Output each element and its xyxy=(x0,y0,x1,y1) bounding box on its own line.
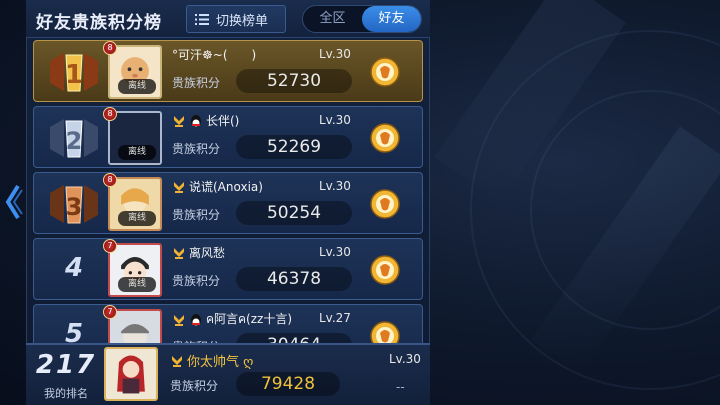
scope-toggle: 全区 好友 xyxy=(302,5,422,33)
player-level: Lv.30 xyxy=(319,245,351,259)
avatar[interactable]: 离线 xyxy=(108,243,162,297)
avatar[interactable]: 离线 xyxy=(108,45,162,99)
my-name-text: 你太帅气 ღ xyxy=(187,355,254,370)
noble-score-value: 52730 xyxy=(236,69,352,93)
send-gift-icon[interactable] xyxy=(370,57,400,87)
leaderboard-row[interactable]: 3 离线 8 说谎(Anoxia) Lv.30 贵族积分 50254 xyxy=(33,172,423,234)
send-gift-icon[interactable] xyxy=(370,189,400,219)
offline-status-label: 离线 xyxy=(118,145,156,160)
avatar[interactable]: 离线 xyxy=(108,111,162,165)
player-name-text: 长伴() xyxy=(206,114,240,128)
rank-number: 4 xyxy=(64,253,84,283)
my-score-label: 贵族积分 xyxy=(170,379,219,393)
my-score-value: 79428 xyxy=(236,372,340,396)
list-icon xyxy=(195,13,209,25)
send-gift-icon[interactable] xyxy=(370,255,400,285)
player-name: ค阿言ค(zz十言) xyxy=(172,310,292,329)
rank-medal-icon xyxy=(174,314,184,326)
vip-level-badge: 8 xyxy=(103,41,117,55)
svg-text:3: 3 xyxy=(66,193,83,221)
player-level: Lv.27 xyxy=(319,311,351,325)
player-name-text: 离风愁 xyxy=(189,246,226,260)
my-placeholder: -- xyxy=(396,380,405,394)
rank-2-badge-icon: 2 xyxy=(50,119,98,158)
rank-1-badge-icon: 1 xyxy=(50,53,98,92)
player-level: Lv.30 xyxy=(319,47,351,61)
noble-score-label: 贵族积分 xyxy=(172,76,221,90)
noble-score-value: 50254 xyxy=(236,201,352,225)
vip-level-badge: 7 xyxy=(103,305,117,319)
my-rank-label: 我的排名 xyxy=(44,387,88,400)
noble-score-label: 贵族积分 xyxy=(172,274,221,288)
my-avatar[interactable] xyxy=(104,347,158,401)
switch-list-label: 切换榜单 xyxy=(216,13,269,29)
rank-medal-icon xyxy=(174,247,184,259)
vip-level-badge: 8 xyxy=(103,173,117,187)
offline-status-label: 离线 xyxy=(118,277,156,292)
leaderboard-row[interactable]: 2 离线 8 长伴() Lv.30 贵族积分 52269 xyxy=(33,106,423,168)
player-name: 说谎(Anoxia) xyxy=(172,178,263,195)
my-rank-number: 217 xyxy=(35,350,97,380)
svg-text:1: 1 xyxy=(65,60,83,90)
rank-medal-icon xyxy=(174,181,184,193)
avatar[interactable]: 离线 xyxy=(108,177,162,231)
svg-text:2: 2 xyxy=(66,127,83,155)
vip-level-badge: 8 xyxy=(103,107,117,121)
player-name: °可汗☸~( ) xyxy=(172,46,256,63)
rank-3-badge-icon: 3 xyxy=(50,185,98,224)
leaderboard-row[interactable]: 4 离线 7 离风愁 Lv.30 贵族积分 46378 xyxy=(33,238,423,300)
rank-medal-icon xyxy=(172,355,182,367)
player-name-text: °可汗☸~( ) xyxy=(172,48,257,62)
noble-score-value: 52269 xyxy=(236,135,352,159)
noble-score-label: 贵族积分 xyxy=(172,142,221,156)
my-name: 你太帅气 ღ xyxy=(170,351,253,370)
tab-all-region[interactable]: 全区 xyxy=(303,6,362,32)
player-name: 离风愁 xyxy=(172,244,225,261)
offline-status-label: 离线 xyxy=(118,79,156,94)
player-level: Lv.30 xyxy=(319,179,351,193)
player-name-text: 说谎(Anoxia) xyxy=(189,180,263,194)
player-level: Lv.30 xyxy=(319,113,351,127)
offline-status-label: 离线 xyxy=(118,211,156,226)
background-art xyxy=(430,0,720,405)
noble-score-value: 46378 xyxy=(236,267,352,291)
player-name-text: ค阿言ค(zz十言) xyxy=(206,312,293,326)
chevron-left-icon[interactable] xyxy=(2,182,24,222)
rank-medal-icon xyxy=(174,115,184,127)
vip-level-badge: 7 xyxy=(103,239,117,253)
switch-list-button[interactable]: 切换榜单 xyxy=(186,5,286,33)
send-gift-icon[interactable] xyxy=(370,123,400,153)
qq-icon xyxy=(191,313,201,326)
my-avatar-image xyxy=(106,349,156,399)
page-title: 好友贵族积分榜 xyxy=(36,13,162,33)
player-name: 长伴() xyxy=(172,112,239,129)
my-level: Lv.30 xyxy=(389,352,421,366)
qq-icon xyxy=(191,114,201,127)
tab-friends[interactable]: 好友 xyxy=(362,6,421,32)
leaderboard-row[interactable]: 1 离线 8 °可汗☸~( ) Lv.30 贵族积分 52730 xyxy=(33,40,423,102)
noble-score-label: 贵族积分 xyxy=(172,208,221,222)
